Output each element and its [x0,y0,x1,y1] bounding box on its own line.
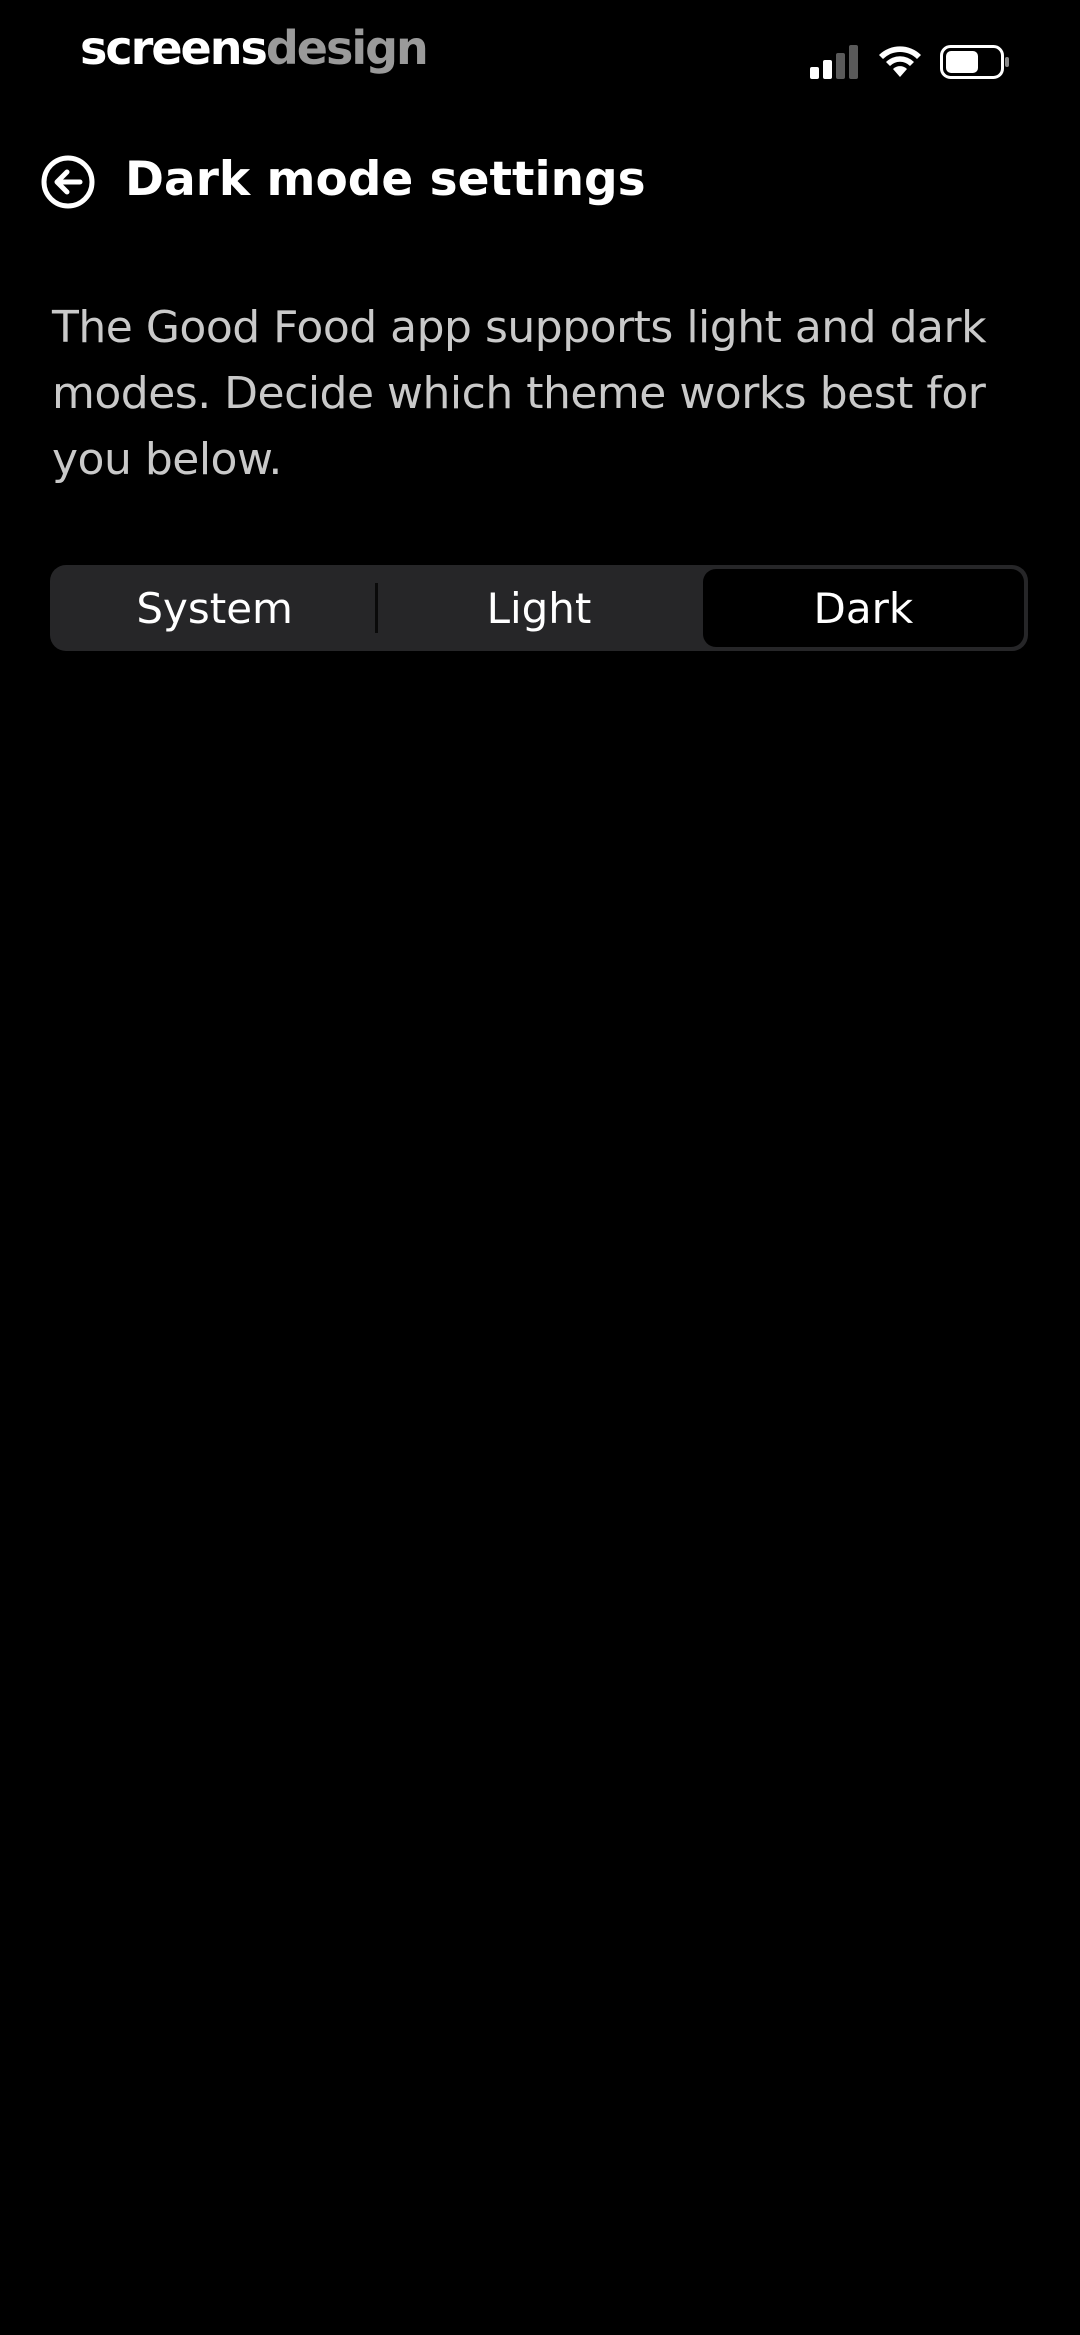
theme-option-system[interactable]: System [54,569,375,647]
theme-option-light[interactable]: Light [378,569,699,647]
status-bar: screensdesign [0,0,1080,110]
theme-description: The Good Food app supports light and dar… [52,302,987,485]
page-title: Dark mode settings [125,152,646,207]
brand-logo: screensdesign [80,18,429,78]
brand-logo-secondary: design [265,21,429,75]
theme-option-dark-label: Dark [813,583,914,633]
status-icons [810,42,1010,82]
page-header: Dark mode settings [0,140,1080,220]
back-arrow-circle-icon [41,155,95,209]
theme-option-dark[interactable]: Dark [702,569,1024,647]
back-button[interactable] [40,154,96,210]
battery-icon [940,45,1010,79]
theme-option-light-label: Light [486,583,592,633]
theme-option-system-label: System [136,583,293,633]
wifi-icon [878,45,922,79]
signal-icon [810,45,860,79]
theme-segmented-control: System Light Dark [50,565,1028,651]
brand-logo-primary: screens [80,21,268,75]
